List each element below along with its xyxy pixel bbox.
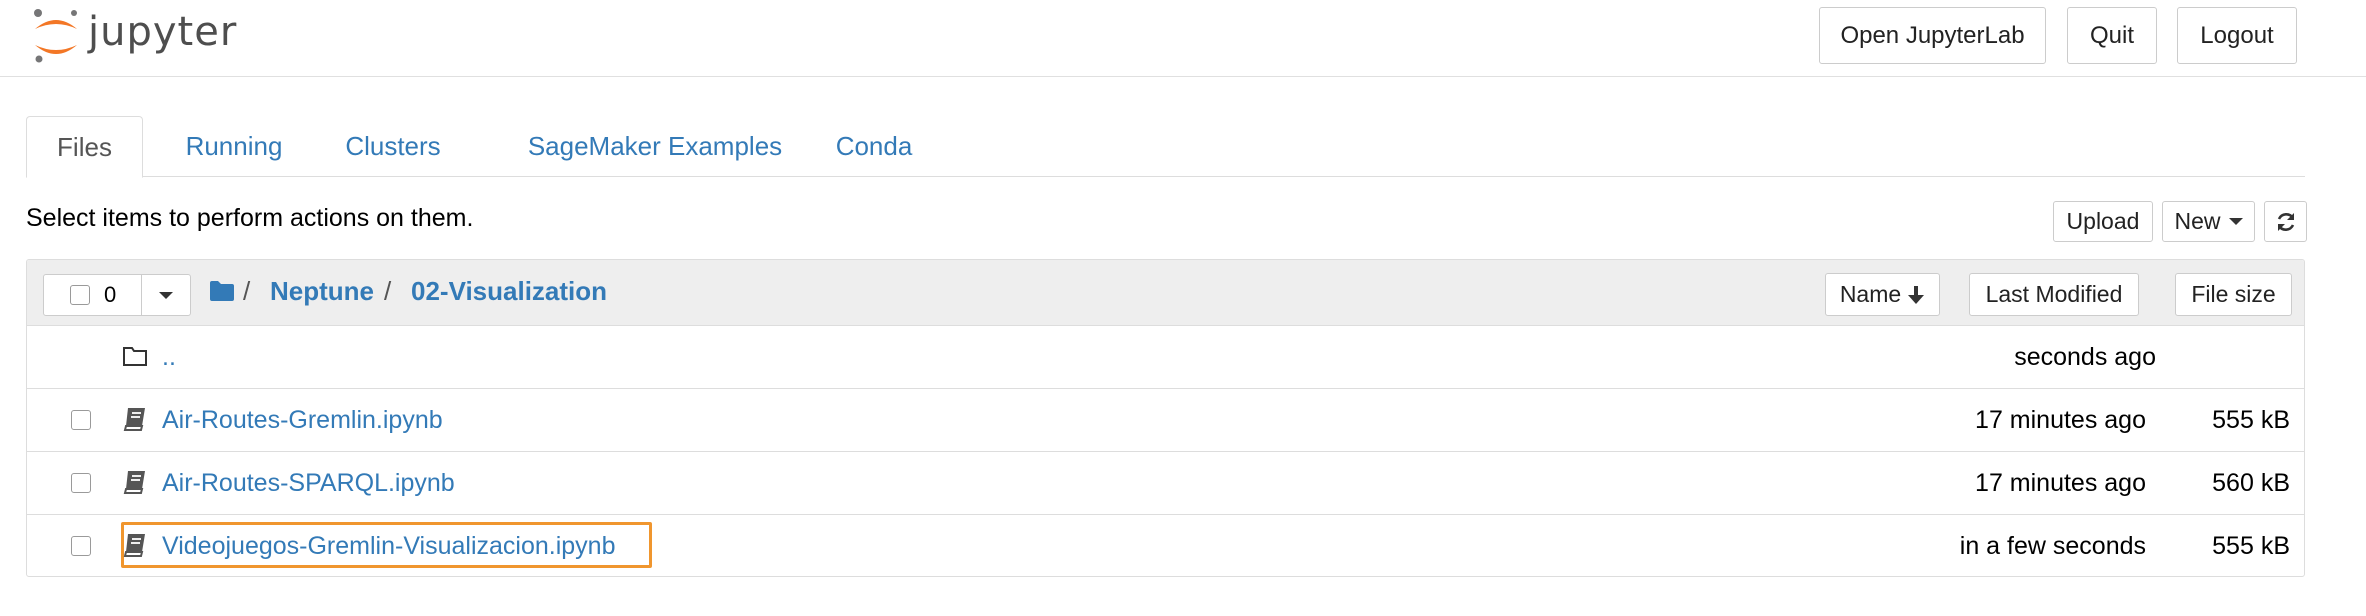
refresh-button[interactable] — [2264, 201, 2307, 242]
selected-count: 0 — [104, 282, 117, 307]
list-item[interactable]: Air-Routes-Gremlin.ipynb 17 minutes ago … — [27, 389, 2304, 452]
sort-name-button[interactable]: Name — [1825, 273, 1940, 316]
list-item[interactable]: Videojuegos-Gremlin-Visualizacion.ipynb … — [27, 515, 2304, 576]
select-all-checkbox-area[interactable]: 0 — [44, 275, 142, 315]
select-all-group: 0 — [43, 274, 191, 316]
row-checkbox[interactable] — [71, 410, 91, 430]
tab-files[interactable]: Files — [26, 116, 143, 178]
list-item-parent[interactable]: .. seconds ago — [27, 326, 2304, 389]
list-item-modified: 17 minutes ago — [1975, 406, 2146, 434]
new-dropdown-button[interactable]: New — [2162, 201, 2255, 242]
arrow-down-icon — [1908, 285, 1925, 304]
list-item-size: 555 kB — [2212, 406, 2290, 434]
select-menu-dropdown[interactable] — [142, 275, 190, 315]
jupyter-wordmark[interactable]: jupyter — [88, 6, 237, 58]
jupyter-logo[interactable] — [32, 6, 84, 66]
upload-button[interactable]: Upload — [2053, 201, 2153, 242]
notebook-icon — [123, 408, 145, 431]
list-item[interactable]: Air-Routes-SPARQL.ipynb 17 minutes ago 5… — [27, 452, 2304, 515]
breadcrumb-02-visualization[interactable]: 02-Visualization — [411, 276, 607, 307]
breadcrumb-separator: / — [384, 276, 392, 306]
list-item-link[interactable]: Air-Routes-Gremlin.ipynb — [162, 406, 443, 435]
caret-down-icon — [159, 291, 173, 299]
select-all-checkbox[interactable] — [70, 285, 90, 305]
tab-bar: Files Running Clusters SageMaker Example… — [26, 116, 2305, 178]
jupyter-logo-icon — [34, 9, 77, 63]
row-checkbox[interactable] — [71, 473, 91, 493]
tab-clusters[interactable]: Clusters — [333, 116, 453, 177]
open-jupyterlab-button[interactable]: Open JupyterLab — [1819, 7, 2046, 64]
notebook-icon — [123, 471, 145, 494]
list-item-link[interactable]: Air-Routes-SPARQL.ipynb — [162, 469, 455, 498]
tab-running[interactable]: Running — [166, 116, 302, 177]
list-item-size: 560 kB — [2212, 469, 2290, 497]
new-button-label: New — [2174, 208, 2221, 234]
notebook-icon — [123, 534, 145, 557]
list-item-modified: seconds ago — [2014, 343, 2156, 371]
tab-conda[interactable]: Conda — [826, 116, 922, 177]
header-bar: jupyter Open JupyterLab Quit Logout — [0, 0, 2366, 77]
selection-hint: Select items to perform actions on them. — [26, 204, 474, 232]
folder-icon[interactable] — [209, 280, 235, 302]
breadcrumb-neptune[interactable]: Neptune — [270, 276, 374, 307]
file-list: 0 / Neptune / 02-Visualization Name Last… — [26, 259, 2305, 577]
sort-file-size-button[interactable]: File size — [2175, 273, 2292, 316]
logout-button[interactable]: Logout — [2177, 7, 2297, 64]
file-list-header: 0 / Neptune / 02-Visualization Name Last… — [27, 260, 2304, 326]
sort-name-label: Name — [1839, 281, 1902, 307]
list-item-size: 555 kB — [2212, 532, 2290, 560]
sort-last-modified-button[interactable]: Last Modified — [1969, 273, 2139, 316]
tab-sagemaker-examples[interactable]: SageMaker Examples — [502, 116, 808, 177]
quit-button[interactable]: Quit — [2067, 7, 2157, 64]
list-item-link[interactable]: Videojuegos-Gremlin-Visualizacion.ipynb — [162, 532, 616, 561]
breadcrumb-separator: / — [243, 276, 251, 306]
row-checkbox[interactable] — [71, 536, 91, 556]
caret-down-icon — [2228, 218, 2243, 225]
list-item-modified: 17 minutes ago — [1975, 469, 2146, 497]
folder-outline-icon — [123, 347, 147, 366]
list-item-modified: in a few seconds — [1959, 532, 2146, 560]
refresh-icon — [2277, 212, 2294, 231]
list-item-link[interactable]: .. — [162, 343, 176, 372]
